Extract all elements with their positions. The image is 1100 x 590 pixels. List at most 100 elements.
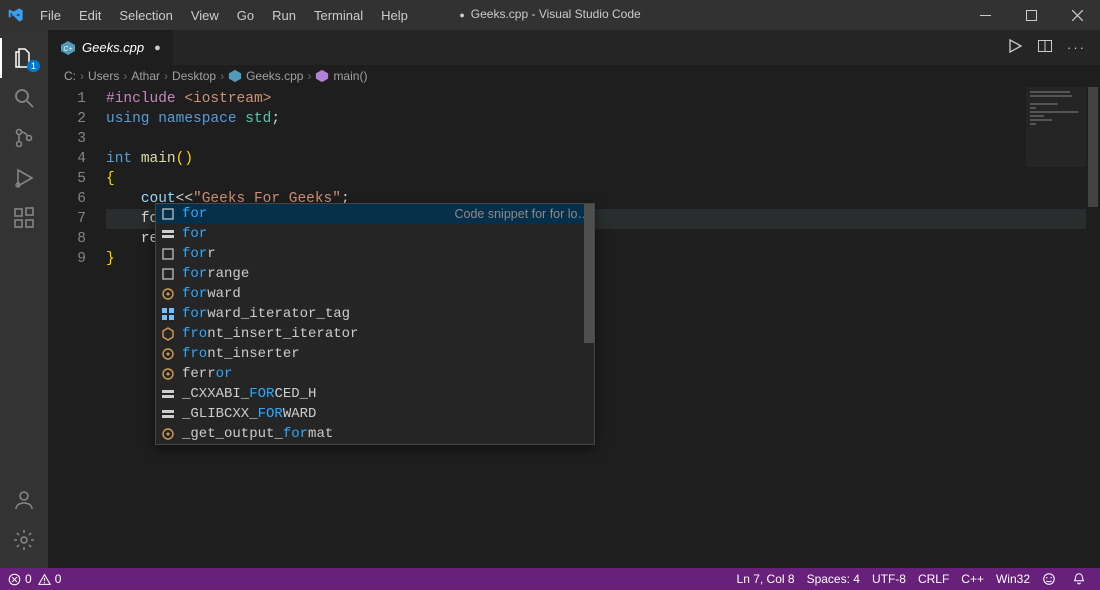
title-bar: File Edit Selection View Go Run Terminal… — [0, 0, 1100, 30]
line-number: 6 — [48, 189, 86, 209]
status-eol[interactable]: CRLF — [918, 572, 949, 586]
line-number: 9 — [48, 249, 86, 269]
menu-file[interactable]: File — [32, 4, 69, 27]
status-indentation[interactable]: Spaces: 4 — [807, 572, 860, 586]
code-line[interactable] — [106, 129, 1100, 149]
status-build-target[interactable]: Win32 — [996, 572, 1030, 586]
suggest-scrollbar[interactable] — [584, 204, 594, 343]
function-icon — [315, 69, 329, 83]
suggest-label: for — [182, 206, 207, 222]
suggest-label: _CXXABI_FORCED_H — [182, 386, 316, 402]
status-errors[interactable]: 0 — [8, 572, 32, 586]
source-control-icon[interactable] — [0, 118, 48, 158]
code-line[interactable]: using namespace std; — [106, 109, 1100, 129]
suggest-item[interactable]: forrange — [156, 264, 594, 284]
line-number-gutter: 123456789 — [48, 87, 106, 568]
window-controls — [962, 0, 1100, 30]
const-icon — [160, 226, 176, 242]
menu-view[interactable]: View — [183, 4, 227, 27]
suggest-item[interactable]: forward_iterator_tag — [156, 304, 594, 324]
suggest-item[interactable]: front_inserter — [156, 344, 594, 364]
status-language-mode[interactable]: C++ — [961, 572, 984, 586]
code-line[interactable]: { — [106, 169, 1100, 189]
minimap[interactable] — [1026, 87, 1086, 568]
class-icon — [160, 346, 176, 362]
suggest-label: forward — [182, 286, 241, 302]
code-line[interactable]: #include <iostream> — [106, 89, 1100, 109]
menu-edit[interactable]: Edit — [71, 4, 109, 27]
square-icon — [160, 206, 176, 222]
class-icon — [160, 426, 176, 442]
const-icon — [160, 406, 176, 422]
square-icon — [160, 266, 176, 282]
class-icon — [160, 366, 176, 382]
status-bar: 0 0 Ln 7, Col 8 Spaces: 4 UTF-8 CRLF C++… — [0, 568, 1100, 590]
line-number: 4 — [48, 149, 86, 169]
suggest-item[interactable]: _get_output_format — [156, 424, 594, 444]
minimize-button[interactable] — [962, 0, 1008, 30]
menu-selection[interactable]: Selection — [111, 4, 180, 27]
suggest-label: for — [182, 226, 207, 242]
suggest-label: forrange — [182, 266, 249, 282]
tab-dirty-indicator: ● — [154, 42, 161, 54]
close-button[interactable] — [1054, 0, 1100, 30]
menu-terminal[interactable]: Terminal — [306, 4, 371, 27]
suggest-item[interactable]: forward — [156, 284, 594, 304]
search-icon[interactable] — [0, 78, 48, 118]
status-feedback-icon[interactable] — [1042, 572, 1056, 586]
extensions-icon[interactable] — [0, 198, 48, 238]
maximize-button[interactable] — [1008, 0, 1054, 30]
code-line[interactable]: int main() — [106, 149, 1100, 169]
breadcrumb-item[interactable]: C: — [64, 69, 76, 83]
suggest-item[interactable]: front_insert_iterator — [156, 324, 594, 344]
suggest-item[interactable]: _GLIBCXX_FORWARD — [156, 404, 594, 424]
breadcrumb-item[interactable]: main() — [315, 69, 367, 83]
run-debug-icon[interactable] — [0, 158, 48, 198]
breadcrumb-item[interactable]: Athar — [131, 69, 160, 83]
suggest-item[interactable]: for — [156, 224, 594, 244]
status-cursor-position[interactable]: Ln 7, Col 8 — [737, 572, 795, 586]
editor-actions: ··· — [1007, 30, 1100, 65]
suggest-label: _GLIBCXX_FORWARD — [182, 406, 316, 422]
scrollbar-thumb[interactable] — [1088, 87, 1098, 207]
breadcrumb-item[interactable]: Geeks.cpp — [228, 69, 303, 83]
status-notifications-icon[interactable] — [1072, 572, 1086, 586]
line-number: 5 — [48, 169, 86, 189]
suggest-item[interactable]: forCode snippet for for lo…› — [156, 204, 594, 224]
line-number: 8 — [48, 229, 86, 249]
breadcrumbs[interactable]: C:› Users› Athar› Desktop› Geeks.cpp› ma… — [48, 65, 1100, 87]
tab-geeks-cpp[interactable]: C+ Geeks.cpp ● — [48, 30, 174, 65]
menu-bar: File Edit Selection View Go Run Terminal… — [32, 4, 416, 27]
more-actions-icon[interactable]: ··· — [1067, 40, 1086, 55]
square-icon — [160, 246, 176, 262]
vscode-logo-icon — [8, 7, 24, 23]
status-warnings[interactable]: 0 — [38, 572, 62, 586]
menu-help[interactable]: Help — [373, 4, 416, 27]
menu-go[interactable]: Go — [229, 4, 262, 27]
suggest-label: front_insert_iterator — [182, 326, 358, 342]
suggest-item[interactable]: ferror — [156, 364, 594, 384]
settings-gear-icon[interactable] — [0, 520, 48, 560]
line-number: 1 — [48, 89, 86, 109]
suggest-label: _get_output_format — [182, 426, 333, 442]
account-icon[interactable] — [0, 480, 48, 520]
suggest-detail: Code snippet for for lo… — [455, 207, 591, 221]
run-code-icon[interactable] — [1007, 38, 1023, 57]
menu-run[interactable]: Run — [264, 4, 304, 27]
suggest-label: ferror — [182, 366, 232, 382]
svg-text:C+: C+ — [63, 46, 72, 53]
split-editor-icon[interactable] — [1037, 38, 1053, 57]
tab-bar: C+ Geeks.cpp ● ··· — [48, 30, 1100, 65]
editor-scrollbar[interactable] — [1086, 87, 1100, 568]
suggest-item[interactable]: _CXXABI_FORCED_H — [156, 384, 594, 404]
line-number: 2 — [48, 109, 86, 129]
breadcrumb-item[interactable]: Users — [88, 69, 119, 83]
intellisense-suggest-widget[interactable]: forCode snippet for for lo…›forforrforra… — [155, 203, 595, 445]
tab-label: Geeks.cpp — [82, 40, 144, 55]
status-encoding[interactable]: UTF-8 — [872, 572, 906, 586]
suggest-label: forr — [182, 246, 216, 262]
cpp-file-icon — [228, 69, 242, 83]
breadcrumb-item[interactable]: Desktop — [172, 69, 216, 83]
suggest-item[interactable]: forr — [156, 244, 594, 264]
explorer-icon[interactable]: 1 — [0, 38, 48, 78]
